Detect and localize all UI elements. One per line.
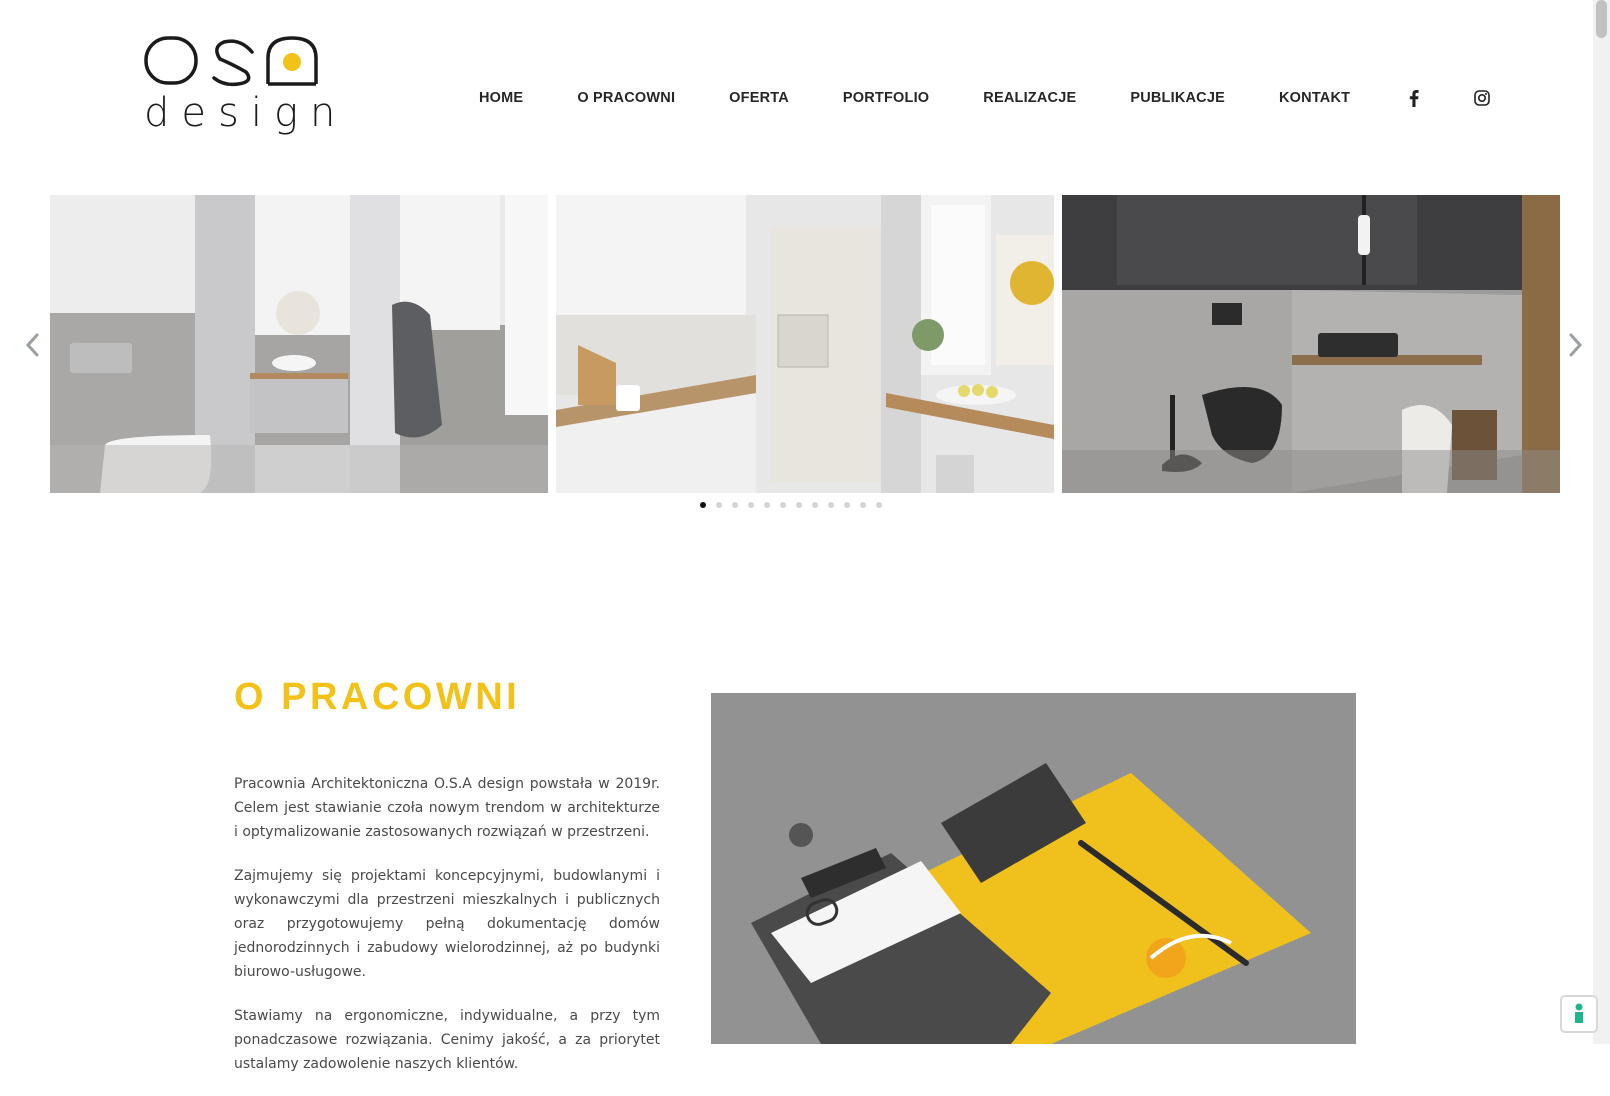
nav-home[interactable]: HOME xyxy=(479,90,523,106)
slider-dot-11[interactable] xyxy=(860,502,866,508)
chevron-right-icon[interactable] xyxy=(1566,330,1586,360)
instagram-icon[interactable] xyxy=(1474,89,1491,107)
slide-bathroom-dark[interactable] xyxy=(1062,195,1560,493)
bathroom-grey-image xyxy=(50,195,548,493)
nav-publikacje[interactable]: PUBLIKACJE xyxy=(1130,90,1225,106)
page-scrollbar[interactable] xyxy=(1593,0,1610,1044)
image-slider[interactable] xyxy=(50,195,1560,493)
about-paragraph-3: Stawiamy na ergonomiczne, indywidualne, … xyxy=(234,1008,660,1072)
slider-dot-5[interactable] xyxy=(764,502,770,508)
section-title-o-pracowni: O PRACOWNI xyxy=(234,676,521,718)
slider-dot-3[interactable] xyxy=(732,502,738,508)
branding-mockup-image xyxy=(711,693,1356,1044)
slider-dot-12[interactable] xyxy=(876,502,882,508)
cookie-settings-button[interactable] xyxy=(1560,995,1598,1033)
nav-o-pracowni[interactable]: O PRACOWNI xyxy=(577,90,675,106)
slide-bathroom-grey[interactable] xyxy=(50,195,548,493)
cookie-settings-icon xyxy=(1575,1003,1583,1023)
about-paragraph-1: Pracownia Architektoniczna O.S.A design … xyxy=(234,776,660,840)
slider-dot-4[interactable] xyxy=(748,502,754,508)
slider-dot-6[interactable] xyxy=(780,502,786,508)
nav-kontakt[interactable]: KONTAKT xyxy=(1279,90,1350,106)
chevron-left-icon[interactable] xyxy=(22,330,42,360)
slider-dot-10[interactable] xyxy=(844,502,850,508)
site-logo[interactable]: design xyxy=(144,34,335,136)
scrollbar-thumb[interactable] xyxy=(1596,0,1607,38)
branding-mockup-illustration xyxy=(711,693,1356,1044)
slider-pagination xyxy=(700,502,882,508)
kitchen-white-image xyxy=(556,195,1054,493)
osa-logo-mark xyxy=(144,36,318,87)
about-paragraph-2: Zajmujemy się projektami koncepcyjnymi, … xyxy=(234,868,660,980)
logo-wordmark: design xyxy=(144,90,348,136)
bathroom-dark-image xyxy=(1062,195,1560,493)
slider-dot-8[interactable] xyxy=(812,502,818,508)
slider-dot-9[interactable] xyxy=(828,502,834,508)
slider-dot-1[interactable] xyxy=(700,502,706,508)
slider-dot-2[interactable] xyxy=(716,502,722,508)
nav-realizacje[interactable]: REALIZACJE xyxy=(983,90,1076,106)
facebook-icon[interactable] xyxy=(1406,89,1422,107)
main-navigation: HOME O PRACOWNI OFERTA PORTFOLIO REALIZA… xyxy=(479,86,1542,110)
slide-kitchen-white[interactable] xyxy=(556,195,1054,493)
about-text: Pracownia Architektoniczna O.S.A design … xyxy=(234,772,660,1096)
slider-dot-7[interactable] xyxy=(796,502,802,508)
nav-portfolio[interactable]: PORTFOLIO xyxy=(843,90,929,106)
nav-oferta[interactable]: OFERTA xyxy=(729,90,789,106)
